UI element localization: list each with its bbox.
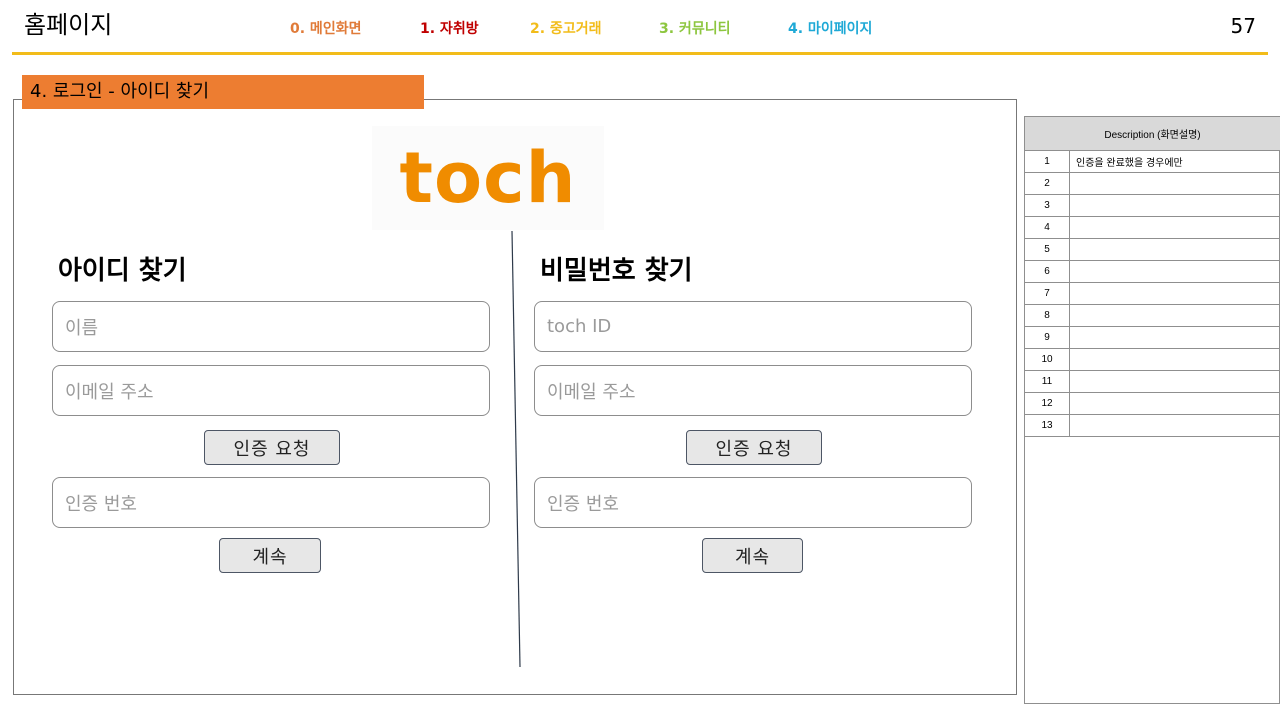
request-verification-button[interactable]: 인증 요청 <box>204 430 340 465</box>
description-row: 3 <box>1025 194 1280 217</box>
section-label: 4. 로그인 - 아이디 찾기 <box>22 75 424 109</box>
description-row-text <box>1069 304 1280 327</box>
email-input[interactable]: 이메일 주소 <box>52 365 490 416</box>
description-row-number: 12 <box>1025 392 1070 415</box>
name-input[interactable]: 이름 <box>52 301 490 352</box>
pw-email-placeholder: 이메일 주소 <box>547 381 636 403</box>
description-row: 11 <box>1025 370 1280 393</box>
description-row: 5 <box>1025 238 1280 261</box>
description-row: 9 <box>1025 326 1280 349</box>
description-row: 1 인증을 완료했을 경우에만 <box>1025 151 1280 173</box>
description-row-text <box>1069 414 1280 437</box>
description-row-text <box>1069 194 1280 217</box>
description-row: 4 <box>1025 216 1280 239</box>
description-row-number: 1 <box>1025 151 1070 173</box>
pw-request-verification-button[interactable]: 인증 요청 <box>686 430 822 465</box>
verification-code-placeholder: 인증 번호 <box>65 493 137 515</box>
description-header: Description (화면설명) <box>1025 117 1280 151</box>
description-row-number: 4 <box>1025 216 1070 239</box>
description-row-number: 3 <box>1025 194 1070 217</box>
description-row-text: 인증을 완료했을 경우에만 <box>1069 151 1280 173</box>
description-row-text <box>1069 348 1280 371</box>
toch-id-placeholder: toch ID <box>547 316 612 337</box>
description-row: 6 <box>1025 260 1280 283</box>
description-row-number: 13 <box>1025 414 1070 437</box>
description-row-number: 10 <box>1025 348 1070 371</box>
description-row-number: 11 <box>1025 370 1070 393</box>
description-row-text <box>1069 260 1280 283</box>
description-row-number: 9 <box>1025 326 1070 349</box>
verification-code-input[interactable]: 인증 번호 <box>52 477 490 528</box>
description-row: 12 <box>1025 392 1280 415</box>
description-row: 10 <box>1025 348 1280 371</box>
description-row-text <box>1069 282 1280 305</box>
find-password-title: 비밀번호 찾기 <box>540 256 693 286</box>
name-input-placeholder: 이름 <box>65 317 99 339</box>
description-row: 7 <box>1025 282 1280 305</box>
description-row: 13 <box>1025 414 1280 437</box>
description-row-number: 8 <box>1025 304 1070 327</box>
pw-verification-code-input[interactable]: 인증 번호 <box>534 477 972 528</box>
description-row-number: 6 <box>1025 260 1070 283</box>
description-row: 2 <box>1025 172 1280 195</box>
description-row: 8 <box>1025 304 1280 327</box>
continue-button[interactable]: 계속 <box>219 538 321 573</box>
description-row-number: 5 <box>1025 238 1070 261</box>
pw-continue-button[interactable]: 계속 <box>702 538 803 573</box>
description-row-text <box>1069 392 1280 415</box>
toch-id-input[interactable]: toch ID <box>534 301 972 352</box>
description-row-number: 7 <box>1025 282 1070 305</box>
description-row-text <box>1069 216 1280 239</box>
pw-email-input[interactable]: 이메일 주소 <box>534 365 972 416</box>
description-row-text <box>1069 326 1280 349</box>
email-input-placeholder: 이메일 주소 <box>65 381 154 403</box>
description-row-text <box>1069 172 1280 195</box>
pw-verification-code-placeholder: 인증 번호 <box>547 493 619 515</box>
description-table: 1 인증을 완료했을 경우에만 2 3 4 5 6 7 8 9 10 11 12 13 <box>1025 151 1280 437</box>
description-row-text <box>1069 370 1280 393</box>
description-row-number: 2 <box>1025 172 1070 195</box>
description-row-text <box>1069 238 1280 261</box>
find-id-title: 아이디 찾기 <box>58 256 187 286</box>
